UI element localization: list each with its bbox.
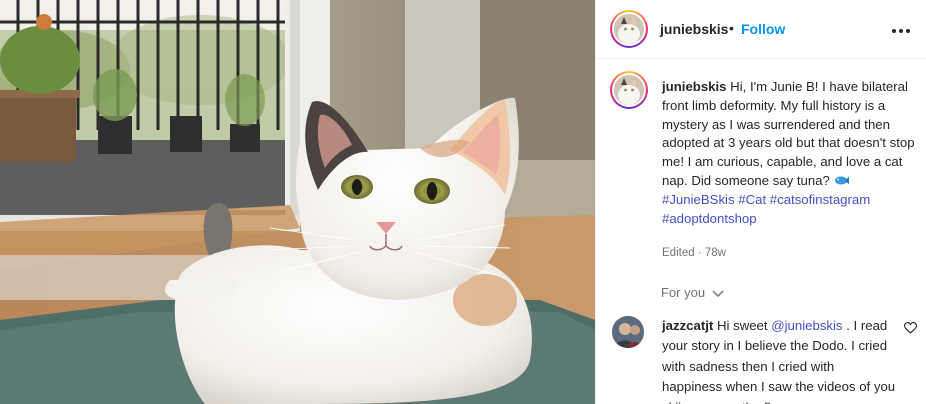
- hashtag-link[interactable]: #catsofinstagram: [770, 192, 870, 207]
- follow-button[interactable]: Follow: [741, 21, 785, 37]
- caption-avatar[interactable]: [610, 71, 648, 109]
- chevron-down-icon: [712, 290, 724, 298]
- caption-text: Hi, I'm Junie B! I have bilateral front …: [662, 79, 915, 188]
- cat-photo-image: [0, 0, 595, 404]
- post-sidebar: juniebskis • Follow juniebskis Hi, I'm J…: [595, 0, 926, 404]
- caption-username[interactable]: juniebskis: [662, 79, 727, 94]
- post-caption: juniebskis Hi, I'm Junie B! I have bilat…: [662, 78, 920, 228]
- more-options-icon[interactable]: [892, 20, 914, 40]
- hashtag-link[interactable]: #adoptdontshop: [662, 211, 757, 226]
- for-you-dropdown[interactable]: For you: [661, 285, 724, 300]
- cat-avatar-icon: [614, 14, 644, 44]
- user-avatar[interactable]: [610, 10, 648, 48]
- fish-icon: [834, 176, 849, 185]
- comment-text: jazzcatjt Hi sweet @juniebskis . I read …: [662, 316, 898, 404]
- separator-dot: •: [729, 20, 734, 36]
- commenter-avatar[interactable]: [612, 316, 644, 348]
- hashtag-link[interactable]: #JunieBSkis: [662, 192, 735, 207]
- like-heart-icon[interactable]: [904, 322, 917, 334]
- caption-meta: Edited · 78w: [662, 247, 726, 259]
- for-you-label: For you: [661, 285, 706, 300]
- comment-username[interactable]: jazzcatjt: [662, 318, 713, 333]
- comment-body-start: Hi sweet: [716, 318, 768, 333]
- comment-mention[interactable]: @juniebskis: [771, 318, 842, 333]
- hashtag-link[interactable]: #Cat: [738, 192, 766, 207]
- post-photo[interactable]: [0, 0, 595, 404]
- post-header: juniebskis • Follow: [596, 0, 926, 59]
- cat-avatar-icon: [614, 75, 644, 105]
- person-avatar-icon: [612, 316, 644, 348]
- post-author-username[interactable]: juniebskis: [660, 21, 728, 37]
